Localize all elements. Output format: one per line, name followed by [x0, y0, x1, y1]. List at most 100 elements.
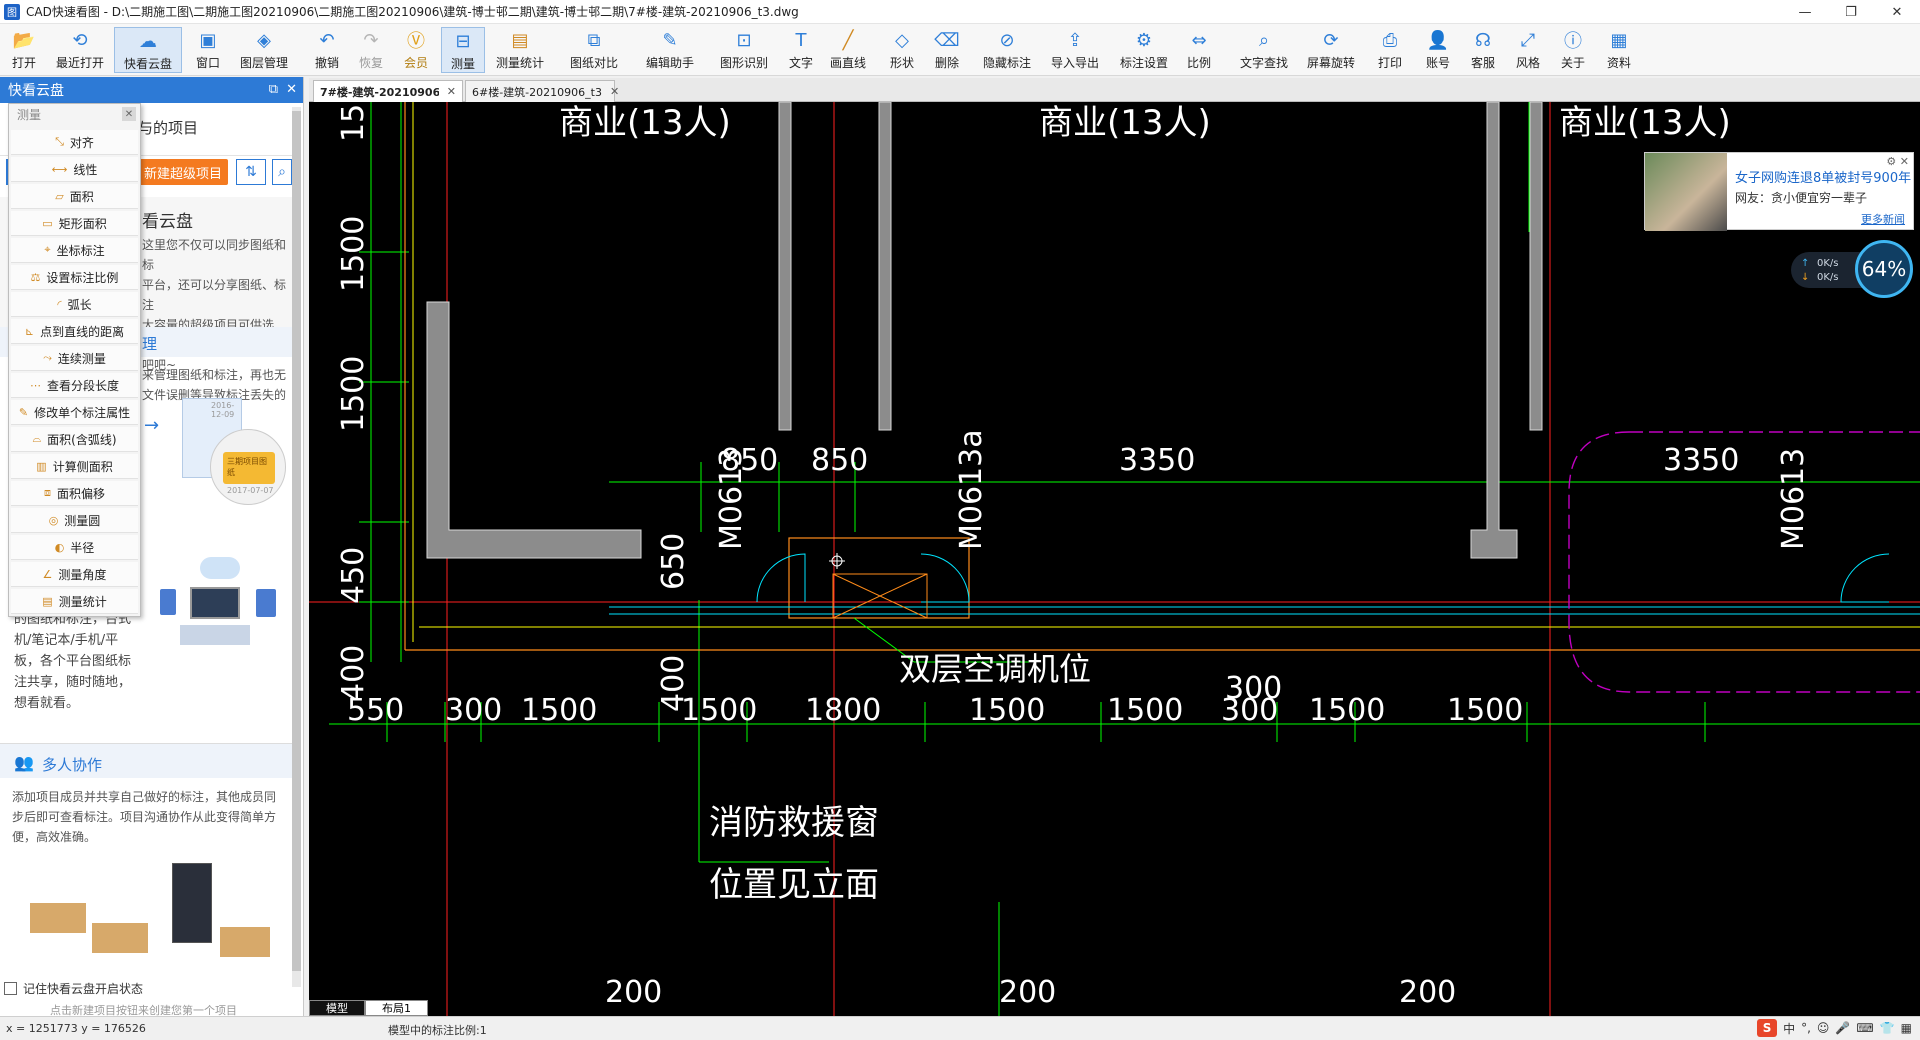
checkbox-box[interactable]	[4, 982, 17, 995]
desk-graphic	[30, 903, 86, 933]
illustration-folder: 三期项目图纸 2017-07-07	[210, 429, 286, 505]
shape-recognize-icon: ⊡	[736, 29, 752, 51]
news-title[interactable]: 女子网购连退8单被封号900年	[1735, 167, 1911, 186]
radius-icon: ◐	[54, 540, 65, 554]
callout-fire-2: 位置见立面	[709, 865, 879, 905]
text-icon: T	[795, 29, 807, 51]
panel-scrollbar[interactable]	[292, 107, 301, 987]
menu-item-rect-area[interactable]: ▭ 矩形面积	[11, 211, 138, 236]
window-button[interactable]: ▣ 窗口	[192, 27, 224, 73]
vip-button[interactable]: Ⓥ 会员	[400, 27, 432, 73]
search-button[interactable]: ⌕	[272, 159, 292, 185]
hide-annotation-button[interactable]: ⊘ 隐藏标注	[979, 27, 1035, 73]
news-popup[interactable]: 女子网购连退8单被封号900年 网友：贪小便宜穷一辈子 更多新闻 ⚙ ✕	[1644, 152, 1914, 231]
linear-dim-icon: ⟷	[51, 162, 68, 176]
print-button[interactable]: ⎙ 打印	[1374, 27, 1406, 73]
menu-item-area-arc[interactable]: ⌓ 面积(含弧线)	[11, 427, 138, 452]
ime-lang[interactable]: 中	[1783, 1020, 1795, 1037]
open-button[interactable]: 📂 打开	[8, 27, 40, 73]
drawing-canvas[interactable]: 商业(13人) 商业(13人) 商业(13人) 850 850 3350 335…	[309, 102, 1920, 1016]
import-export-button[interactable]: ⇪ 导入导出	[1047, 27, 1103, 73]
download-speed: 0K/s	[1817, 272, 1839, 283]
tools-icon[interactable]: ▦	[1901, 1021, 1912, 1035]
menu-item-circle[interactable]: ◎ 测量圆	[11, 508, 138, 533]
close-tab-icon[interactable]: ✕	[447, 85, 456, 98]
panel-header: 快看云盘 ⧉ ✕	[0, 77, 303, 103]
keyboard-icon[interactable]: ⌨	[1856, 1021, 1873, 1035]
skin-icon[interactable]: 👕	[1880, 1021, 1895, 1035]
dim-text: 1500	[336, 102, 371, 142]
menu-item-area-offset[interactable]: ⧈ 面积偏移	[11, 481, 138, 506]
new-super-project-button[interactable]: 新建超级项目	[138, 159, 228, 185]
text-search-button[interactable]: ⌕ 文字查找	[1236, 27, 1292, 73]
scrollbar-thumb[interactable]	[292, 111, 301, 971]
style-button[interactable]: ⤢ 风格	[1512, 27, 1544, 73]
tab-layout1[interactable]: 布局1	[365, 1000, 428, 1016]
annotation-settings-button[interactable]: ⚙ 标注设置	[1116, 27, 1172, 73]
text-button[interactable]: T 文字	[785, 27, 817, 73]
menu-item-side-area[interactable]: ▥ 计算侧面积	[11, 454, 138, 479]
menu-item-set-scale[interactable]: ⚖ 设置标注比例	[11, 265, 138, 290]
close-tab-icon[interactable]: ✕	[610, 85, 619, 98]
menu-item-radius[interactable]: ◐ 半径	[11, 535, 138, 560]
area-icon: ▱	[55, 189, 64, 203]
panel-close-icon[interactable]: ✕	[286, 82, 297, 97]
about-icon: ⓘ	[1564, 31, 1582, 52]
close-icon[interactable]: ✕	[122, 107, 136, 121]
account-button[interactable]: 👤 账号	[1422, 27, 1454, 73]
measure-button[interactable]: ⊟ 测量	[441, 27, 485, 73]
cloud-button[interactable]: ☁ 快看云盘	[114, 27, 182, 73]
panel-float-icon[interactable]: ⧉	[269, 82, 278, 97]
close-icon[interactable]: ⚙ ✕	[1886, 155, 1909, 168]
menu-item-align[interactable]: ⤡ 对齐	[11, 130, 138, 155]
delete-icon: ⌫	[934, 29, 960, 51]
delete-button[interactable]: ⌫ 删除	[931, 27, 963, 73]
annotation-settings-icon: ⚙	[1135, 29, 1153, 51]
menu-item-arc-length[interactable]: ◜ 弧长	[11, 292, 138, 317]
maximize-button[interactable]: ❐	[1828, 0, 1874, 24]
net-speed-widget[interactable]: ↑ 0K/s ↓ 0K/s 64%	[1791, 240, 1913, 300]
recent-button[interactable]: ⟲ 最近打开	[53, 27, 107, 73]
line-button[interactable]: ╱ 画直线	[827, 27, 869, 73]
menu-item-area[interactable]: ▱ 面积	[11, 184, 138, 209]
rotate-screen-button[interactable]: ⟳ 屏幕旋转	[1303, 27, 1359, 73]
shape-recognize-button[interactable]: ⊡ 图形识别	[716, 27, 772, 73]
close-button[interactable]: ✕	[1874, 0, 1920, 24]
menu-item-coordinate[interactable]: ⌖ 坐标标注	[11, 238, 138, 263]
scale-button[interactable]: ⇔ 比例	[1183, 27, 1215, 73]
menu-item-linear[interactable]: ⟷ 线性	[11, 157, 138, 182]
doc-tab-7[interactable]: 7#楼-建筑-20210906_t ✕	[313, 80, 463, 102]
measure-stats-button[interactable]: ▤ 测量统计	[492, 27, 548, 73]
layers-button[interactable]: ◈ 图层管理	[236, 27, 292, 73]
doc-tab-6[interactable]: 6#楼-建筑-20210906_t3 ✕	[465, 80, 619, 102]
news-more-link[interactable]: 更多新闻	[1861, 211, 1905, 227]
remember-checkbox[interactable]: 记住快看云盘开启状态	[4, 980, 143, 997]
menu-item-edit-annotation[interactable]: ✎ 修改单个标注属性	[11, 400, 138, 425]
shape-button[interactable]: ◇ 形状	[886, 27, 918, 73]
memory-usage: 64%	[1855, 240, 1913, 298]
compare-button[interactable]: ⧉ 图纸对比	[567, 27, 621, 73]
menu-item-angle[interactable]: ∠ 测量角度	[11, 562, 138, 587]
layout-tabs: 模型 布局1	[309, 1000, 428, 1016]
support-button[interactable]: ☊ 客服	[1467, 27, 1499, 73]
collab-illustration	[30, 853, 270, 973]
menu-item-point-line[interactable]: ⊾ 点到直线的距离	[11, 319, 138, 344]
cad-drawing[interactable]: 商业(13人) 商业(13人) 商业(13人) 850 850 3350 335…	[309, 102, 1920, 1016]
emoji-icon[interactable]: ☺	[1817, 1021, 1830, 1035]
tab-model[interactable]: 模型	[309, 1000, 365, 1016]
devices-illustration	[160, 557, 280, 647]
docs-button[interactable]: ▦ 资料	[1603, 27, 1635, 73]
punct-icon[interactable]: °,	[1801, 1021, 1811, 1035]
about-button[interactable]: ⓘ 关于	[1557, 27, 1589, 73]
undo-button[interactable]: ↶ 撤销	[311, 27, 343, 73]
minimize-button[interactable]: —	[1782, 0, 1828, 24]
sync-button[interactable]: ⇅	[236, 159, 266, 185]
redo-button[interactable]: ↷ 恢复	[355, 27, 387, 73]
mic-icon[interactable]: 🎤	[1835, 1021, 1850, 1035]
title-bar: 图 CAD快速看图 - D:\二期施工图\二期施工图20210906\二期施工图…	[0, 0, 1920, 24]
edit-assistant-button[interactable]: ✎ 编辑助手	[642, 27, 698, 73]
menu-item-stats[interactable]: ▤ 测量统计	[11, 589, 138, 614]
menu-item-segments[interactable]: ⋯ 查看分段长度	[11, 373, 138, 398]
menu-item-continuous[interactable]: ⤳ 连续测量	[11, 346, 138, 371]
ime-icon[interactable]: S	[1757, 1019, 1778, 1037]
